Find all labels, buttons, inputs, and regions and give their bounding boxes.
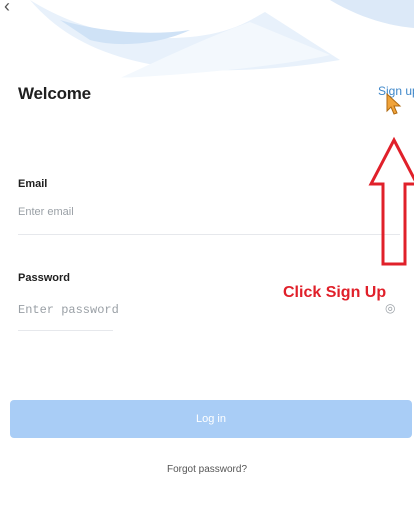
annotation-arrow-icon bbox=[368, 136, 414, 266]
password-divider bbox=[18, 330, 113, 331]
back-icon[interactable]: ‹ bbox=[4, 0, 10, 17]
email-label: Email bbox=[18, 178, 48, 190]
email-field[interactable] bbox=[18, 206, 398, 218]
login-button[interactable]: Log in bbox=[10, 400, 412, 438]
annotation-text: Click Sign Up bbox=[283, 284, 387, 301]
eye-icon[interactable]: ◎ bbox=[385, 301, 395, 315]
password-field[interactable] bbox=[18, 303, 318, 317]
email-divider bbox=[18, 234, 400, 235]
wave-graphic bbox=[0, 0, 414, 78]
forgot-password-link[interactable]: Forgot password? bbox=[0, 464, 414, 475]
mouse-pointer-icon bbox=[386, 93, 402, 115]
page-title: Welcome bbox=[18, 84, 91, 103]
header-illustration: ‹ bbox=[0, 0, 414, 78]
password-label: Password bbox=[18, 272, 70, 284]
